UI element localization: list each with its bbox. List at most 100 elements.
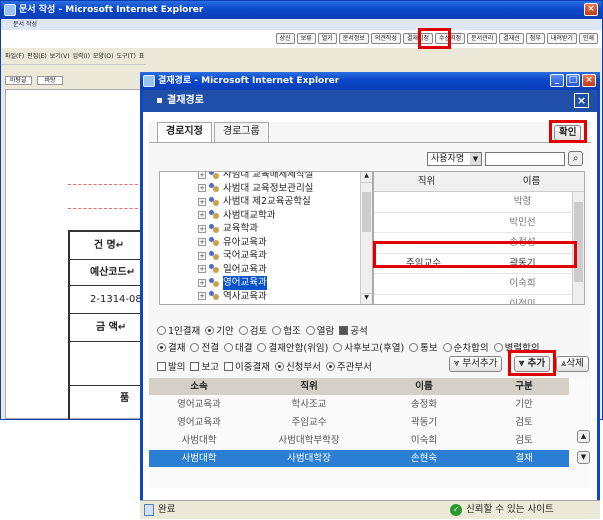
toolbar-button[interactable]: 첨부 [525,33,545,44]
radio-option[interactable]: 협조 [272,323,301,337]
tree-item[interactable]: + 교육학과 [198,222,313,236]
tree-item[interactable]: + 국어교육과 [198,249,313,263]
tree-item[interactable]: + 사범대 교육정보관리실 [198,182,313,196]
table-row[interactable]: 영어교육과 주임교수 곽동기 검토 [149,414,569,431]
bg-title: 문서 작성 - Microsoft Internet Explorer [19,5,204,15]
style-select[interactable]: 바탕글 [5,76,32,85]
dialog-window: 결재경로 - Microsoft Internet Explorer _ □ ×… [140,72,600,519]
toolbar-button[interactable]: 문서정보 [338,33,369,44]
dialog-titlebar: 결재경로 - Microsoft Internet Explorer _ □ × [140,72,600,90]
highlight-add-button [508,350,556,376]
font-select[interactable]: 바탕 [37,76,63,85]
toolbar-button[interactable]: 보류 [296,33,316,44]
menu-item[interactable]: 보기(V) [50,53,70,60]
radio-option[interactable]: 1인결재 [157,323,200,337]
bg-close-button[interactable]: × [584,3,598,16]
expand-icon: + [198,292,206,301]
minimize-button[interactable]: _ [550,74,564,87]
toolbar-button[interactable]: 상신 [275,33,295,44]
toolbar-button[interactable]: 인쇄 [578,33,598,44]
tree-item[interactable]: + 사범대 제2교육공학실 [198,195,313,209]
expand-icon: + [198,265,206,274]
radio-option[interactable]: 신청부서 [274,359,321,373]
radio-option[interactable]: 열람 [305,323,334,337]
table-row[interactable]: 사범대학 사범대학장 손현숙 결재 [149,450,569,467]
radio-option[interactable]: 검토 [238,323,267,337]
toolbar-button[interactable]: 의견작성 [370,33,401,44]
bg-subtitle-bar: 문서 작성 [1,19,602,30]
tree-item[interactable]: + 영어교육과 [198,276,313,290]
tree-item[interactable]: + 일어교육과 [198,263,313,277]
org-icon [209,172,220,180]
route-grid: 소속 직위 이름 구분 영어교육과 학사조교 송정화 기안 영어교육과 주임교수 곽동기 검토 사범대… [149,378,591,488]
checkbox-option[interactable]: 보고 [190,359,219,373]
expand-icon: + [198,278,206,287]
search-input[interactable] [485,152,565,166]
tree-item[interactable]: + 유아교육과 [198,236,313,250]
menu-item[interactable]: 편집(E) [27,53,47,60]
search-icon[interactable]: ⌕ [568,151,583,166]
table-row[interactable]: 영어교육과 학사조교 송정화 기안 [149,396,569,413]
tab-route[interactable]: 경로지정 [157,122,212,143]
move-down-icon[interactable]: ▼ [577,451,590,464]
radio-option[interactable]: 순차합의 [442,340,489,354]
radio-option[interactable]: 대결 [223,340,252,354]
radio-option[interactable]: 통보 [409,340,438,354]
toolbar-button[interactable]: 문서관리 [467,33,498,44]
tree-item[interactable]: + 사범대 교육매체제작실 [198,172,313,182]
menu-item[interactable]: 파일(F) [5,53,24,60]
list-item[interactable]: 이정미 [374,295,572,305]
editor-toolbar [1,64,146,75]
header-bullet-icon [157,97,162,103]
table-row[interactable]: 사범대학 사범대학부학장 이숙희 검토 [149,432,569,449]
tree-item[interactable]: + 사범대교학과 [198,209,313,223]
radio-option[interactable]: 결재 [157,340,185,354]
org-icon [209,210,220,220]
maximize-button[interactable]: □ [566,74,580,87]
checkbox-option[interactable]: 공석 [339,323,368,337]
radio-option[interactable]: 주관부서 [325,359,372,373]
dept-add-button[interactable]: ⩔ 부서추가 [449,356,503,372]
org-tree: + 사범대 교육매체제작실 + 사범대 교육정보관리실 + 사범대 제2교육공학실 + 사범대… [159,171,373,305]
ie-icon [143,75,155,87]
chevron-down-icon: ▼ [470,153,481,165]
org-icon [209,291,220,301]
highlight-selected-user [373,241,577,268]
search-select[interactable]: 사용자명 ▼ [427,152,482,166]
list-item[interactable]: 박민선 [374,213,572,233]
col-header-position: 직위 [417,176,436,187]
checkbox-option[interactable]: 이중결재 [223,359,270,373]
expand-icon: + [198,197,206,206]
menu-item[interactable]: 모양(O) [93,53,113,60]
dialog-header-title: 결재경로 [167,95,204,106]
radio-option[interactable]: 결재안함(위임) [257,340,328,354]
menu-item[interactable]: 입력(I) [73,53,91,60]
radio-option[interactable]: 기안 [205,323,234,337]
checkbox-option[interactable]: 발의 [157,359,185,373]
col-header-name: 이름 [522,176,541,187]
delete-button[interactable]: ⩓삭제 [556,356,589,372]
list-item[interactable]: 박령 [374,192,572,213]
tree-item[interactable]: + 역사교육과 [198,290,313,304]
user-list: 직위 이름 박령박민선송정섬주임교수곽동기이숙희이정미학사조교손숙희 [373,171,585,305]
toolbar-button[interactable]: 열기 [317,33,337,44]
radio-option[interactable]: 전결 [190,340,219,354]
expand-icon: + [198,211,206,220]
org-icon [209,264,220,274]
radio-option[interactable]: 사후보고(후열) [333,340,404,354]
header-close-icon[interactable]: × [574,93,589,108]
move-up-icon[interactable]: ▲ [577,430,590,443]
editor-format-bar: 바탕글 바탕 [1,75,146,86]
tree-scrollbar[interactable]: ▲ ▼ [360,172,372,304]
menu-item[interactable]: 도구(T) [116,53,135,60]
page-icon [144,504,154,516]
expand-icon: + [198,224,206,233]
toolbar-button[interactable]: 내려받기 [546,33,577,44]
status-text: 완료 [158,504,176,515]
org-icon [209,250,220,261]
list-item[interactable]: 이숙희 [374,274,572,295]
toolbar-button[interactable]: 결재선 [499,33,524,44]
org-icon [209,237,220,247]
tab-route-group[interactable]: 경로그룹 [214,122,269,142]
close-button[interactable]: × [582,74,596,87]
